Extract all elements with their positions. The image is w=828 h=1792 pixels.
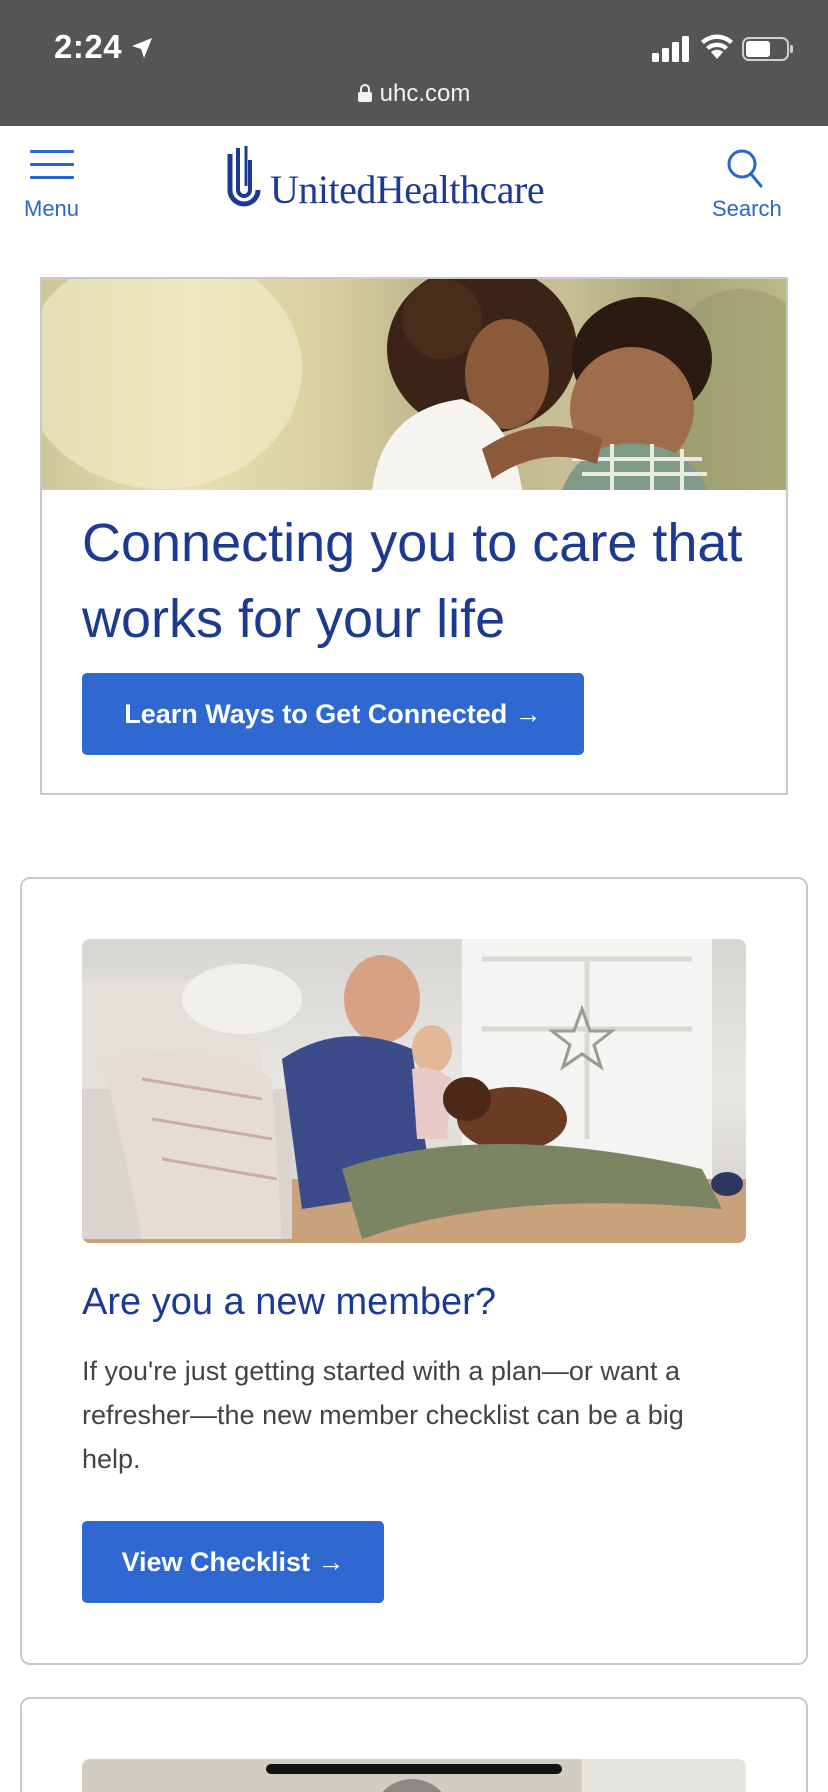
view-checklist-button[interactable]: View Checklist → bbox=[82, 1521, 384, 1603]
address-bar[interactable]: uhc.com bbox=[0, 80, 828, 108]
menu-label: Menu bbox=[24, 196, 80, 221]
new-member-description: If you're just getting started with a pl… bbox=[82, 1356, 684, 1474]
location-arrow-icon bbox=[132, 38, 152, 58]
card-image-father-daughter-dog bbox=[82, 939, 746, 1243]
next-card bbox=[20, 1697, 808, 1792]
lock-icon bbox=[357, 84, 372, 102]
u-shield-logo-icon bbox=[227, 146, 261, 207]
hero-photo-illustration bbox=[42, 279, 786, 490]
learn-ways-button[interactable]: Learn Ways to Get Connected → bbox=[82, 673, 584, 755]
hero-title: Connecting you to care that works for yo… bbox=[82, 513, 743, 649]
url-text: uhc.com bbox=[379, 80, 471, 107]
hero-card: Connecting you to care that works for yo… bbox=[40, 277, 788, 795]
hamburger-icon bbox=[30, 150, 74, 180]
status-time: 2:24 bbox=[54, 28, 123, 65]
search-label: Search bbox=[712, 196, 782, 221]
battery-icon bbox=[742, 37, 793, 61]
hero-image-mother-and-child bbox=[42, 279, 786, 490]
wifi-icon bbox=[701, 34, 733, 59]
cellular-signal-icon bbox=[652, 36, 689, 62]
search-button[interactable]: Search bbox=[706, 136, 800, 226]
search-icon bbox=[727, 149, 763, 188]
new-member-card: Are you a new member? If you're just get… bbox=[20, 877, 808, 1665]
menu-button[interactable]: Menu bbox=[22, 136, 102, 226]
site-header: Menu UnitedHealthcare Search bbox=[0, 126, 828, 236]
browser-status-bar: 2:24 uhc.com bbox=[0, 0, 828, 126]
new-member-title: Are you a new member? bbox=[82, 1281, 496, 1323]
home-indicator[interactable] bbox=[266, 1764, 562, 1774]
logo-text: UnitedHealthcare bbox=[270, 167, 545, 212]
member-photo-illustration bbox=[82, 939, 746, 1243]
